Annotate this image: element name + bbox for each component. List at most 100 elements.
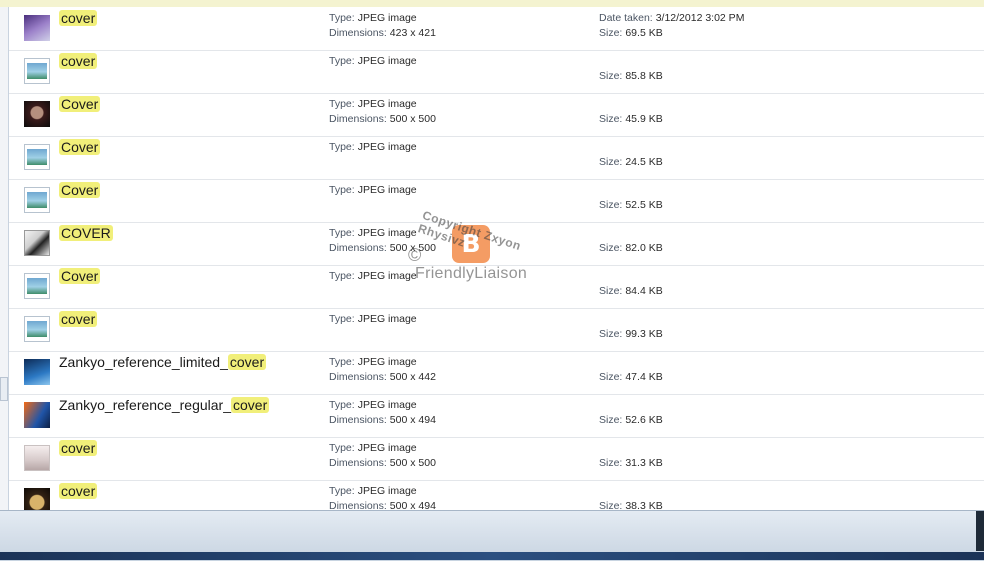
file-type-label: Type: bbox=[329, 313, 355, 325]
file-name[interactable]: cover bbox=[59, 53, 98, 70]
file-size: Size: 24.5 KB bbox=[599, 155, 663, 170]
file-type-label: Type: bbox=[329, 12, 355, 24]
file-dimensions-value: 500 x 494 bbox=[389, 500, 436, 510]
file-type-label: Type: bbox=[329, 270, 355, 282]
file-type: Type: JPEG image bbox=[329, 355, 417, 370]
file-dimensions-value: 500 x 442 bbox=[389, 371, 436, 383]
file-name[interactable]: Zankyo_reference_limited_ cover bbox=[59, 354, 267, 371]
search-match-highlight: cover bbox=[59, 311, 98, 327]
file-dimensions-value: 500 x 500 bbox=[389, 457, 436, 469]
file-size: Size: 69.5 KB bbox=[599, 26, 663, 41]
navigation-pane-edge bbox=[0, 7, 9, 510]
generic-image-icon bbox=[24, 58, 50, 84]
file-size-label: Size: bbox=[599, 27, 623, 39]
file-type-value: JPEG image bbox=[357, 399, 417, 411]
file-size: Size: 52.5 KB bbox=[599, 198, 663, 213]
file-type: Type: JPEG image bbox=[329, 54, 417, 69]
file-row[interactable]: Cover Type: JPEG image Dimensions: 500 x 500… bbox=[9, 93, 984, 137]
search-results-list: cover Type: JPEG image Dimensions: 423 x 421… bbox=[9, 7, 984, 510]
image-thumbnail-icon bbox=[24, 445, 50, 471]
file-type: Type: JPEG image bbox=[329, 140, 417, 155]
file-type: Type: JPEG image bbox=[329, 11, 417, 26]
file-dimensions: Dimensions: 500 x 494 bbox=[329, 499, 436, 510]
file-row[interactable]: cover Type: JPEG image Size: 85.8 KB bbox=[9, 50, 984, 94]
file-dimensions-label: Dimensions: bbox=[329, 414, 387, 426]
file-type: Type: JPEG image bbox=[329, 312, 417, 327]
file-dimensions-label: Dimensions: bbox=[329, 113, 387, 125]
file-type-label: Type: bbox=[329, 184, 355, 196]
file-type-value: JPEG image bbox=[357, 485, 417, 497]
search-match-highlight: Cover bbox=[59, 139, 101, 155]
file-type-value: JPEG image bbox=[357, 227, 417, 239]
file-type-label: Type: bbox=[329, 442, 355, 454]
file-name[interactable]: Cover bbox=[59, 139, 101, 156]
file-name[interactable]: Cover bbox=[59, 182, 101, 199]
file-name[interactable]: Cover bbox=[59, 268, 101, 285]
file-row[interactable]: Cover Type: JPEG image Size: 24.5 KB bbox=[9, 136, 984, 180]
file-size-value: 69.5 KB bbox=[625, 27, 663, 39]
file-dimensions: Dimensions: 500 x 500 bbox=[329, 456, 436, 471]
file-type: Type: JPEG image bbox=[329, 183, 417, 198]
file-name[interactable]: cover bbox=[59, 311, 98, 328]
file-size-label: Size: bbox=[599, 70, 623, 82]
file-size-label: Size: bbox=[599, 113, 623, 125]
file-size-label: Size: bbox=[599, 414, 623, 426]
taskbar bbox=[0, 552, 984, 560]
file-size-value: 31.3 KB bbox=[625, 457, 663, 469]
file-type-label: Type: bbox=[329, 356, 355, 368]
search-match-highlight: cover bbox=[59, 10, 98, 26]
search-match-highlight: cover bbox=[59, 53, 98, 69]
file-size: Size: 52.6 KB bbox=[599, 413, 663, 428]
file-size: Size: 85.8 KB bbox=[599, 69, 663, 84]
file-row[interactable]: Cover Type: JPEG image Size: 84.4 KB bbox=[9, 265, 984, 309]
file-type-value: JPEG image bbox=[357, 98, 417, 110]
file-row[interactable]: cover Type: JPEG image Dimensions: 500 x 494… bbox=[9, 480, 984, 510]
file-type: Type: JPEG image bbox=[329, 97, 417, 112]
file-size-label: Size: bbox=[599, 457, 623, 469]
file-name[interactable]: Zankyo_reference_regular_ cover bbox=[59, 397, 270, 414]
file-size: Size: 38.3 KB bbox=[599, 499, 663, 510]
file-row[interactable]: COVER Type: JPEG image Dimensions: 500 x 500… bbox=[9, 222, 984, 266]
file-dimensions: Dimensions: 500 x 442 bbox=[329, 370, 436, 385]
file-size-label: Size: bbox=[599, 156, 623, 168]
file-name[interactable]: COVER bbox=[59, 225, 113, 242]
file-name[interactable]: Cover bbox=[59, 96, 101, 113]
file-type-label: Type: bbox=[329, 55, 355, 67]
file-name[interactable]: cover bbox=[59, 10, 98, 27]
file-size-value: 99.3 KB bbox=[625, 328, 663, 340]
file-type-label: Type: bbox=[329, 98, 355, 110]
pane-splitter-handle[interactable] bbox=[0, 377, 8, 401]
file-row[interactable]: Zankyo_reference_regular_ cover Type: JPEG … bbox=[9, 394, 984, 438]
file-size-label: Size: bbox=[599, 500, 623, 510]
file-type-value: JPEG image bbox=[357, 442, 417, 454]
file-name[interactable]: cover bbox=[59, 440, 98, 457]
file-size-value: 52.5 KB bbox=[625, 199, 663, 211]
file-name[interactable]: cover bbox=[59, 483, 98, 500]
file-row[interactable]: Cover Type: JPEG image Size: 52.5 KB bbox=[9, 179, 984, 223]
file-size-value: 38.3 KB bbox=[625, 500, 663, 510]
file-size-value: 24.5 KB bbox=[625, 156, 663, 168]
file-type-value: JPEG image bbox=[357, 313, 417, 325]
file-type-value: JPEG image bbox=[357, 184, 417, 196]
file-dimensions-value: 500 x 494 bbox=[389, 414, 436, 426]
search-match-highlight: cover bbox=[59, 483, 98, 499]
search-match-highlight: Cover bbox=[59, 96, 101, 112]
file-row[interactable]: cover Type: JPEG image Dimensions: 500 x 500… bbox=[9, 437, 984, 481]
generic-image-icon bbox=[24, 187, 50, 213]
file-row[interactable]: Zankyo_reference_limited_ cover Type: JPEG … bbox=[9, 351, 984, 395]
search-match-highlight: Cover bbox=[59, 182, 101, 198]
file-type-label: Type: bbox=[329, 485, 355, 497]
file-type: Type: JPEG image bbox=[329, 269, 417, 284]
file-dimensions-label: Dimensions: bbox=[329, 27, 387, 39]
file-size: Size: 31.3 KB bbox=[599, 456, 663, 471]
file-type-value: JPEG image bbox=[357, 12, 417, 24]
file-type-value: JPEG image bbox=[357, 270, 417, 282]
search-match-highlight: cover bbox=[227, 354, 267, 370]
file-size-label: Size: bbox=[599, 328, 623, 340]
file-size: Size: 47.4 KB bbox=[599, 370, 663, 385]
file-row[interactable]: cover Type: JPEG image Dimensions: 423 x 421… bbox=[9, 7, 984, 51]
file-type-value: JPEG image bbox=[357, 356, 417, 368]
file-size-value: 52.6 KB bbox=[625, 414, 663, 426]
file-row[interactable]: cover Type: JPEG image Size: 99.3 KB bbox=[9, 308, 984, 352]
file-type: Type: JPEG image bbox=[329, 441, 417, 456]
